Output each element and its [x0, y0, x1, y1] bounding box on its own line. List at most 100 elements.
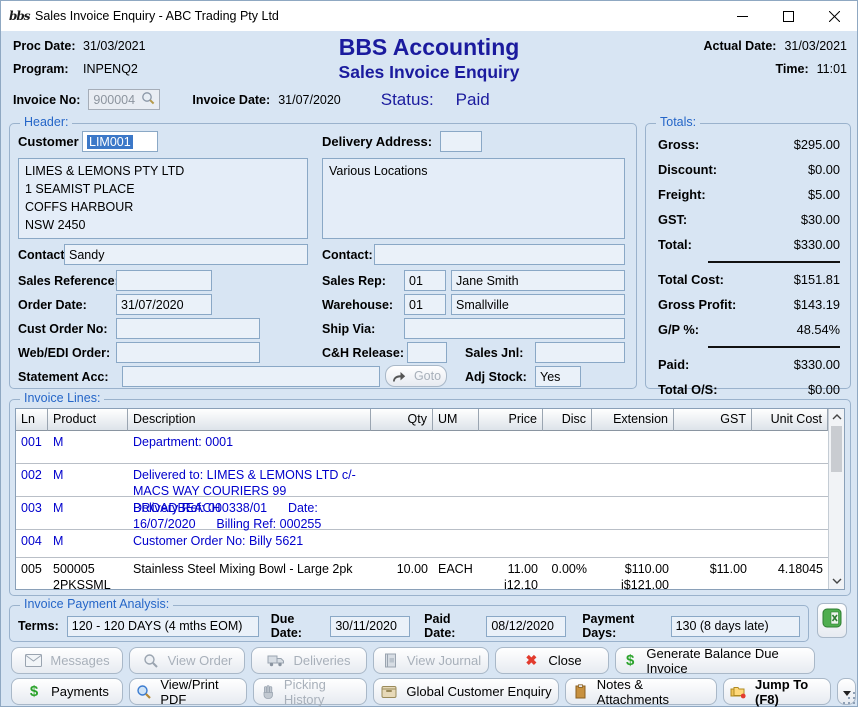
scroll-down-icon[interactable]: [829, 573, 844, 589]
row-gst[interactable]: [674, 530, 752, 558]
ship-via-field[interactable]: [404, 318, 625, 339]
generate-balance-due-invoice-button[interactable]: $ Generate Balance Due Invoice: [615, 647, 815, 674]
row-description[interactable]: Customer Order No: Billy 5621: [128, 530, 371, 558]
col-header-extension[interactable]: Extension: [592, 409, 674, 431]
col-header-qty[interactable]: Qty: [371, 409, 433, 431]
row-qty[interactable]: [371, 464, 433, 497]
vertical-scrollbar[interactable]: [828, 409, 844, 589]
order-date-field[interactable]: 31/07/2020: [116, 294, 212, 315]
jump-to-button[interactable]: Jump To (F8): [723, 678, 831, 705]
row-extension[interactable]: $110.00 i$121.00: [592, 558, 674, 595]
row-unit-cost[interactable]: [752, 530, 828, 558]
table-row[interactable]: 002: [16, 464, 48, 497]
col-header-price[interactable]: Price: [479, 409, 543, 431]
close-button[interactable]: ✖ Close: [495, 647, 609, 674]
table-row[interactable]: 001: [16, 431, 48, 464]
row-qty[interactable]: [371, 530, 433, 558]
deliveries-button[interactable]: Deliveries: [251, 647, 367, 674]
scrollbar-thumb[interactable]: [831, 426, 842, 472]
row-gst[interactable]: [674, 497, 752, 530]
view-order-button[interactable]: View Order: [129, 647, 245, 674]
notes-attachments-button[interactable]: Notes & Attachments: [565, 678, 717, 705]
export-excel-button[interactable]: [817, 603, 847, 638]
sales-rep-code-field[interactable]: 01: [404, 270, 446, 291]
row-price[interactable]: [479, 431, 543, 464]
minimize-button[interactable]: [719, 1, 765, 31]
row-description[interactable]: Stainless Steel Mixing Bowl - Large 2pk: [128, 558, 371, 595]
row-gst[interactable]: [674, 431, 752, 464]
customer-address-area[interactable]: LIMES & LEMONS PTY LTD 1 SEAMIST PLACE C…: [18, 158, 308, 239]
global-customer-enquiry-button[interactable]: Global Customer Enquiry: [373, 678, 559, 705]
delivery-address-area[interactable]: Various Locations: [322, 158, 625, 239]
row-product[interactable]: M: [48, 431, 128, 464]
row-disc[interactable]: [543, 431, 592, 464]
col-header-disc[interactable]: Disc: [543, 409, 592, 431]
col-header-gst[interactable]: GST: [674, 409, 752, 431]
customer-code-field[interactable]: LIM001: [82, 131, 158, 152]
row-unit-cost[interactable]: 4.18045: [752, 558, 828, 595]
row-qty[interactable]: [371, 431, 433, 464]
delivery-contact-field[interactable]: [374, 244, 625, 265]
statement-acc-field[interactable]: [122, 366, 380, 387]
row-price[interactable]: [479, 464, 543, 497]
row-um[interactable]: EACH: [433, 558, 479, 595]
warehouse-code-field[interactable]: 01: [404, 294, 446, 315]
payment-days-field[interactable]: 130 (8 days late): [671, 616, 800, 637]
row-product[interactable]: M: [48, 464, 128, 497]
row-product[interactable]: 500005 2PKSSML: [48, 558, 128, 595]
row-product[interactable]: M: [48, 497, 128, 530]
goto-button[interactable]: Goto: [385, 365, 447, 387]
row-qty[interactable]: 10.00: [371, 558, 433, 595]
contact-field[interactable]: Sandy: [64, 244, 308, 265]
invoice-no-field[interactable]: 900004: [88, 89, 160, 110]
table-row[interactable]: 003: [16, 497, 48, 530]
row-um[interactable]: [433, 530, 479, 558]
row-price[interactable]: [479, 530, 543, 558]
col-header-product[interactable]: Product: [48, 409, 128, 431]
ch-release-field[interactable]: [407, 342, 447, 363]
row-product[interactable]: M: [48, 530, 128, 558]
picking-history-button[interactable]: Picking History: [253, 678, 367, 705]
adj-stock-field[interactable]: Yes: [535, 366, 581, 387]
delivery-code-field[interactable]: [440, 131, 482, 152]
row-description[interactable]: Department: 0001: [128, 431, 371, 464]
web-edi-order-field[interactable]: [116, 342, 260, 363]
table-row[interactable]: 004: [16, 530, 48, 558]
row-extension[interactable]: [592, 497, 674, 530]
scroll-up-icon[interactable]: [829, 409, 844, 425]
row-disc[interactable]: [543, 530, 592, 558]
row-qty[interactable]: [371, 497, 433, 530]
messages-button[interactable]: Messages: [11, 647, 123, 674]
row-unit-cost[interactable]: [752, 464, 828, 497]
row-unit-cost[interactable]: [752, 497, 828, 530]
resize-grip[interactable]: [843, 692, 855, 704]
row-um[interactable]: [433, 431, 479, 464]
search-icon[interactable]: [141, 91, 155, 108]
cust-order-no-field[interactable]: [116, 318, 260, 339]
paid-date-field[interactable]: 08/12/2020: [486, 616, 566, 637]
terms-field[interactable]: 120 - 120 DAYS (4 mths EOM): [67, 616, 259, 637]
view-journal-button[interactable]: View Journal: [373, 647, 489, 674]
col-header-um[interactable]: UM: [433, 409, 479, 431]
row-extension[interactable]: [592, 431, 674, 464]
row-gst[interactable]: $11.00: [674, 558, 752, 595]
payments-button[interactable]: $ Payments: [11, 678, 123, 705]
row-price[interactable]: 11.00 i12.10: [479, 558, 543, 595]
row-disc[interactable]: 0.00%: [543, 558, 592, 595]
table-row[interactable]: 005: [16, 558, 48, 595]
sales-jnl-field[interactable]: [535, 342, 625, 363]
row-um[interactable]: [433, 464, 479, 497]
row-gst[interactable]: [674, 464, 752, 497]
due-date-field[interactable]: 30/11/2020: [330, 616, 410, 637]
col-header-ln[interactable]: Ln: [16, 409, 48, 431]
warehouse-name-field[interactable]: Smallville: [451, 294, 625, 315]
row-disc[interactable]: [543, 464, 592, 497]
row-extension[interactable]: [592, 530, 674, 558]
row-disc[interactable]: [543, 497, 592, 530]
row-description[interactable]: Delivery Ref: 000338/01 Date: 16/07/2020…: [128, 497, 371, 530]
close-window-button[interactable]: [811, 1, 857, 31]
row-extension[interactable]: [592, 464, 674, 497]
sales-rep-name-field[interactable]: Jane Smith: [451, 270, 625, 291]
col-header-description[interactable]: Description: [128, 409, 371, 431]
row-description[interactable]: Delivered to: LIMES & LEMONS LTD c/- MAC…: [128, 464, 371, 497]
